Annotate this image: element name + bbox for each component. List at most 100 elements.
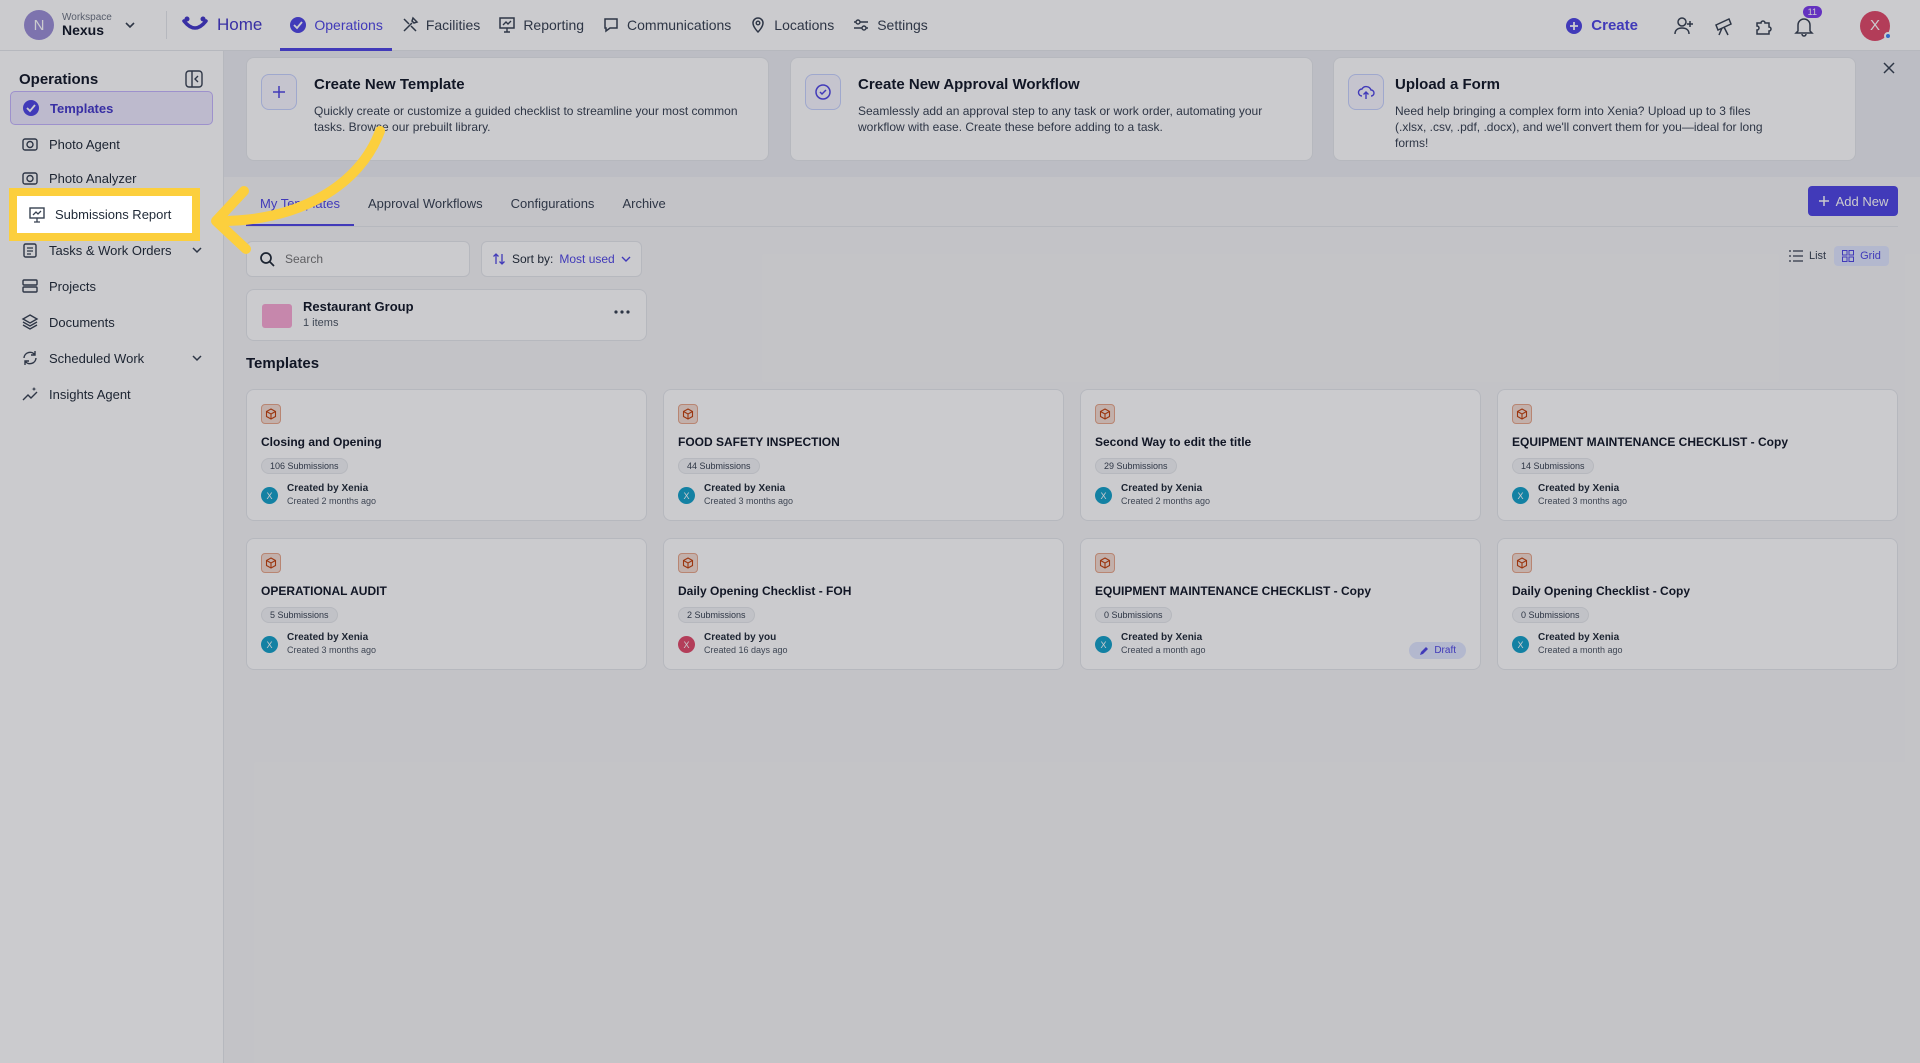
close-icon[interactable] [1882, 61, 1896, 75]
template-card[interactable]: Closing and Opening 106 Submissions X Creat… [246, 389, 647, 521]
created-when: Created 3 months ago [1538, 496, 1628, 506]
telescope-button[interactable] [1712, 14, 1736, 38]
template-title: Daily Opening Checklist - Copy [1512, 584, 1691, 598]
folder-card[interactable]: Restaurant Group 1 items [246, 289, 647, 341]
nav-facilities-label: Facilities [425, 17, 481, 33]
collapse-sidebar-icon[interactable] [184, 69, 204, 89]
template-card[interactable]: EQUIPMENT MAINTENANCE CHECKLIST - Copy 14… [1497, 389, 1898, 521]
workspace-switcher[interactable]: N Workspace Nexus [0, 0, 160, 51]
template-title: Closing and Opening [261, 435, 382, 449]
chevron-down-icon [192, 355, 202, 362]
sidebar-item-submissions-report[interactable]: Submissions Report [9, 188, 200, 241]
created-when: Created 3 months ago [704, 496, 794, 506]
template-card[interactable]: EQUIPMENT MAINTENANCE CHECKLIST - Copy 0 … [1080, 538, 1481, 670]
sidebar-item-templates[interactable]: Templates [10, 91, 213, 125]
template-card[interactable]: OPERATIONAL AUDIT 5 Submissions X Created b… [246, 538, 647, 670]
card-title: Create New Approval Workflow [858, 76, 1080, 93]
nav-communications[interactable]: Communications [593, 0, 740, 51]
nav-reporting-label: Reporting [523, 17, 585, 33]
notifications-button[interactable]: 11 [1792, 5, 1822, 38]
nav-locations-label: Locations [774, 17, 835, 33]
created-when: Created 2 months ago [287, 496, 377, 506]
add-user-button[interactable] [1672, 14, 1696, 38]
grid-view-button[interactable]: Grid [1834, 246, 1889, 266]
chat-icon [604, 18, 618, 33]
workspace-avatar: N [24, 10, 54, 40]
created-by: Created by Xenia [1121, 632, 1203, 643]
integrations-button[interactable] [1752, 14, 1776, 38]
user-avatar[interactable]: X [1860, 10, 1892, 41]
template-card[interactable]: Daily Opening Checklist - Copy 0 Submissi… [1497, 538, 1898, 670]
tab-configurations[interactable]: Configurations [497, 186, 609, 226]
card-description: Seamlessly add an approval step to any t… [858, 104, 1263, 134]
sort-arrows-icon [493, 253, 505, 265]
template-title: OPERATIONAL AUDIT [261, 584, 387, 598]
create-approval-workflow-card[interactable]: Create New Approval Workflow Seamlessly … [790, 57, 1313, 161]
sidebar-item-insights-agent[interactable]: Insights Agent [10, 377, 213, 411]
box-icon [1095, 404, 1115, 424]
box-icon [1512, 404, 1532, 424]
sort-value: Most used [559, 252, 615, 266]
grid-icon [1842, 250, 1855, 262]
tabs-divider [246, 226, 1898, 227]
create-button[interactable]: Create [1565, 17, 1638, 35]
nav-home-label: Home [217, 15, 263, 34]
sidebar-item-label: Templates [50, 100, 114, 116]
draft-label: Draft [1434, 645, 1456, 656]
check-circle-icon [290, 17, 307, 33]
template-title: EQUIPMENT MAINTENANCE CHECKLIST - Copy [1095, 584, 1371, 598]
created-when: Created 3 months ago [287, 645, 377, 655]
check-circle-icon [23, 100, 39, 116]
card-title: Upload a Form [1395, 76, 1501, 93]
creator-avatar: X [1095, 487, 1112, 504]
nav-communications-label: Communications [627, 17, 732, 33]
sidebar-item-label: Projects [49, 278, 96, 294]
plus-circle-icon [1566, 17, 1583, 34]
created-by: Created by Xenia [287, 483, 369, 494]
list-view-button[interactable]: List [1781, 246, 1834, 266]
tutorial-arrow-icon [211, 126, 385, 254]
nav-reporting[interactable]: Reporting [489, 0, 593, 51]
sidebar-item-projects[interactable]: Projects [10, 269, 213, 303]
card-description: Need help bringing a complex form into X… [1395, 104, 1763, 150]
nav-settings[interactable]: Settings [843, 0, 937, 51]
sidebar-item-label: Scheduled Work [49, 350, 145, 366]
created-by: Created by you [704, 632, 777, 643]
submissions-badge: 44 Submissions [678, 458, 760, 474]
list-icon [1789, 250, 1803, 262]
template-card[interactable]: FOOD SAFETY INSPECTION 44 Submissions X Cre… [663, 389, 1064, 521]
sidebar-item-scheduled-work[interactable]: Scheduled Work [10, 341, 213, 375]
creator-avatar: X [1512, 487, 1529, 504]
sort-label: Sort by: [512, 252, 554, 266]
folder-count: 1 items [303, 317, 339, 329]
box-icon [1512, 553, 1532, 573]
upload-form-card[interactable]: Upload a Form Need help bringing a compl… [1333, 57, 1856, 161]
box-icon [261, 404, 281, 424]
created-by: Created by Xenia [1538, 483, 1620, 494]
submissions-badge: 29 Submissions [1095, 458, 1177, 474]
nav-operations[interactable]: Operations [280, 0, 393, 51]
quick-actions-banner: Create New Template Quickly create or cu… [224, 51, 1920, 177]
created-when: Created 16 days ago [704, 645, 788, 655]
nav-facilities[interactable]: Facilities [392, 0, 489, 51]
sidebar-item-documents[interactable]: Documents [10, 305, 213, 339]
nav-home[interactable]: Home [181, 15, 262, 35]
nav-divider [166, 11, 167, 39]
created-when: Created a month ago [1121, 645, 1206, 655]
nav-locations[interactable]: Locations [740, 0, 843, 51]
plus-icon [1818, 196, 1829, 206]
sort-dropdown[interactable]: Sort by: Most used [481, 241, 642, 277]
grid-view-label: Grid [1860, 250, 1881, 262]
created-when: Created 2 months ago [1121, 496, 1211, 506]
add-new-button[interactable]: Add New [1808, 186, 1898, 216]
tab-archive[interactable]: Archive [608, 186, 679, 226]
template-card[interactable]: Second Way to edit the title 29 Submissio… [1080, 389, 1481, 521]
sidebar-item-label: Photo Agent [49, 136, 120, 152]
creator-avatar: X [261, 636, 278, 653]
more-options-icon[interactable] [614, 310, 630, 314]
check-circle-outline-icon [805, 74, 841, 110]
sidebar-item-photo-agent[interactable]: Photo Agent [10, 127, 213, 161]
template-card[interactable]: Daily Opening Checklist - FOH 2 Submissio… [663, 538, 1064, 670]
bell-icon [1794, 17, 1814, 37]
refresh-icon [23, 351, 37, 365]
